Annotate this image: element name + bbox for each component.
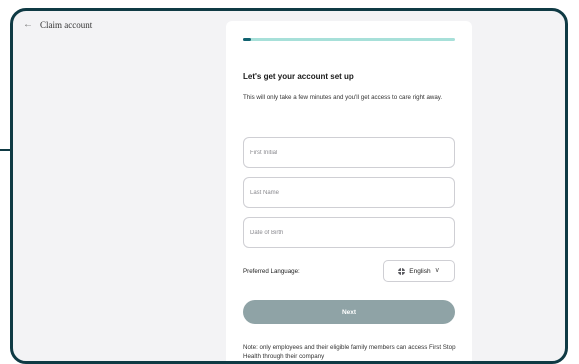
device-frame: ← Claim account Let's get your account s…	[10, 8, 568, 364]
chevron-down-icon: ∨	[434, 267, 440, 274]
preferred-language-label: Preferred Language:	[243, 267, 300, 275]
form-heading: Let's get your account set up	[243, 72, 354, 81]
date-of-birth-input[interactable]	[243, 217, 455, 248]
next-button[interactable]: Next	[243, 300, 455, 324]
back-arrow-icon[interactable]: ←	[23, 19, 33, 30]
language-select-value: English	[409, 267, 431, 275]
eligibility-note: Note: only employees and their eligible …	[243, 344, 456, 360]
form-subtext: This will only take a few minutes and yo…	[243, 94, 443, 101]
preferred-language-row: Preferred Language: English ∨	[243, 260, 455, 282]
signup-card: Let's get your account set up This will …	[226, 21, 472, 361]
top-bar: ← Claim account	[23, 19, 92, 30]
progress-bar	[243, 38, 455, 41]
progress-bar-fill	[243, 38, 252, 41]
page-title: Claim account	[40, 19, 93, 30]
last-name-input[interactable]	[243, 177, 455, 208]
first-initial-input[interactable]	[243, 137, 455, 168]
globe-icon	[398, 267, 406, 275]
language-select[interactable]: English ∨	[383, 260, 455, 282]
